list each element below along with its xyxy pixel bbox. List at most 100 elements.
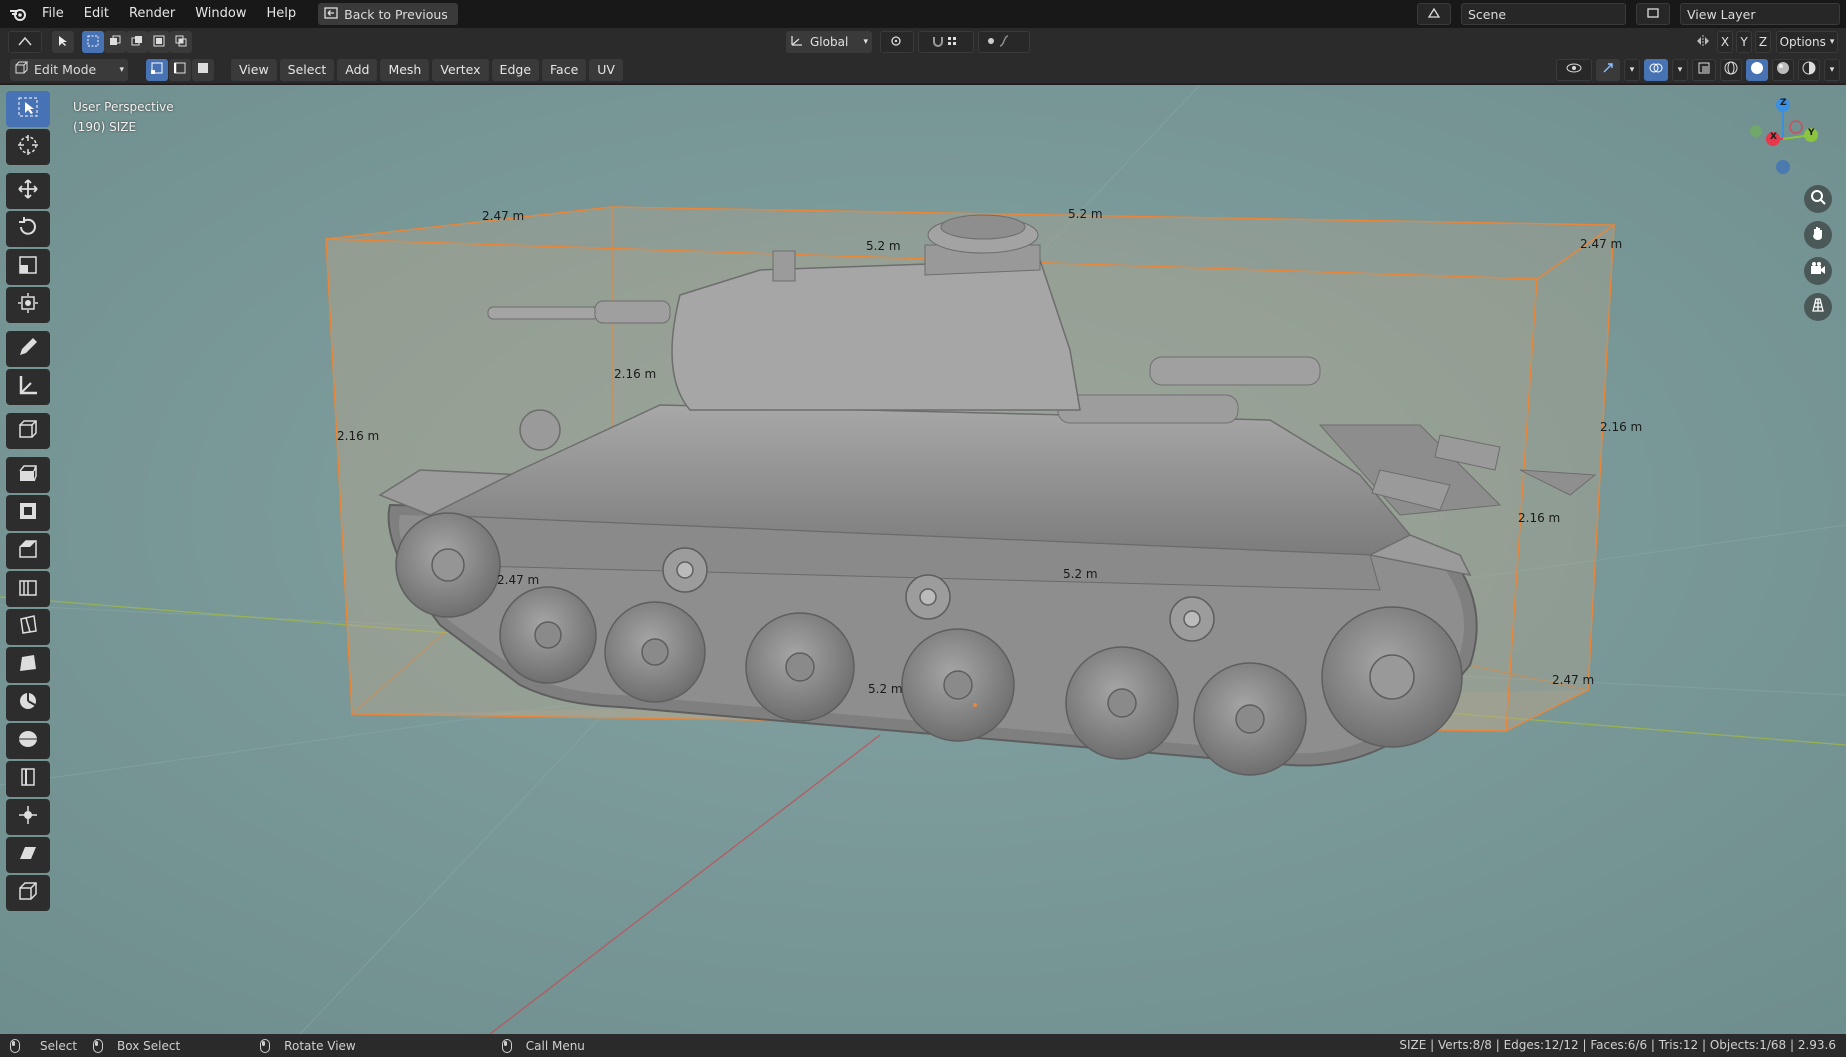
xray-toggle[interactable] xyxy=(1692,58,1716,81)
edge-select-mode-button[interactable] xyxy=(169,58,191,81)
pivot-point-dropdown[interactable] xyxy=(880,31,914,53)
left-mouse-icon xyxy=(10,1038,20,1053)
tool-measure[interactable] xyxy=(6,369,50,405)
menu-view[interactable]: View xyxy=(231,58,277,81)
editor-type-button[interactable] xyxy=(8,31,42,53)
menu-mesh[interactable]: Mesh xyxy=(380,58,430,81)
proportional-editing-controls[interactable] xyxy=(978,31,1030,53)
3d-viewport[interactable]: 2.47 m 5.2 m 5.2 m 2.47 m 2.16 m 2.16 m … xyxy=(0,85,1846,1034)
select-new-mode-button[interactable] xyxy=(82,31,104,53)
menu-select[interactable]: Select xyxy=(279,58,335,81)
shading-controls: ▾ ▾ ▾ xyxy=(1556,58,1840,81)
tool-annotate[interactable] xyxy=(6,331,50,367)
view-layer-name-field[interactable]: View Layer xyxy=(1680,3,1840,25)
select-invert-mode-button[interactable] xyxy=(148,31,170,53)
wireframe-shading-button[interactable] xyxy=(1720,58,1742,81)
status-bar: Select Box Select Rotate View Call Menu … xyxy=(0,1034,1846,1057)
tool-select-box[interactable] xyxy=(6,91,50,127)
tool-inset[interactable] xyxy=(6,495,50,531)
edit-mode-icon xyxy=(14,61,29,78)
transform-orientation-dropdown[interactable]: Global ▾ xyxy=(786,31,872,53)
tool-cursor[interactable] xyxy=(6,129,50,165)
gizmo-dropdown[interactable]: ▾ xyxy=(1624,58,1640,81)
active-tool-button[interactable] xyxy=(52,31,74,53)
face-select-icon xyxy=(197,62,209,77)
tool-spin[interactable] xyxy=(6,685,50,721)
scale-icon xyxy=(17,254,39,280)
select-intersect-mode-button[interactable] xyxy=(170,31,192,53)
select-subtract-mode-button[interactable] xyxy=(126,31,148,53)
mirror-y-toggle[interactable]: Y xyxy=(1736,31,1752,53)
menu-vertex[interactable]: Vertex xyxy=(432,58,489,81)
gizmo-toggle[interactable] xyxy=(1596,58,1620,81)
tool-edge-slide[interactable] xyxy=(6,761,50,797)
tool-poly-build[interactable] xyxy=(6,647,50,683)
viewport-header: Edit Mode ▾ View Select Add Mesh Vertex … xyxy=(0,56,1846,84)
tool-move[interactable] xyxy=(6,173,50,209)
status-box-select-hint: Box Select xyxy=(93,1038,180,1053)
tool-bevel[interactable] xyxy=(6,533,50,569)
overlay-toggle[interactable] xyxy=(1644,58,1668,81)
overlay-dropdown[interactable]: ▾ xyxy=(1672,58,1688,81)
cursor-icon xyxy=(17,134,39,160)
options-dropdown[interactable]: Options ▾ xyxy=(1776,31,1838,53)
tool-knife[interactable] xyxy=(6,609,50,645)
solid-shading-button[interactable] xyxy=(1746,58,1768,81)
shear-icon xyxy=(17,842,39,868)
snapping-controls[interactable] xyxy=(918,31,974,53)
menu-file[interactable]: File xyxy=(32,0,74,28)
tool-extrude[interactable] xyxy=(6,457,50,493)
tool-transform[interactable] xyxy=(6,287,50,323)
mirror-x-toggle[interactable]: X xyxy=(1717,31,1733,53)
camera-view-button[interactable] xyxy=(1804,257,1832,285)
edge-select-icon xyxy=(173,62,186,77)
tool-add-cube[interactable] xyxy=(6,413,50,449)
gizmo-z-label: Z xyxy=(1780,98,1787,108)
menu-help[interactable]: Help xyxy=(257,0,307,28)
select-box-icon xyxy=(17,96,39,122)
scene-name-field[interactable]: Scene xyxy=(1461,3,1626,25)
vertex-select-mode-button[interactable] xyxy=(146,58,168,81)
menu-render[interactable]: Render xyxy=(119,0,185,28)
shading-dropdown[interactable]: ▾ xyxy=(1824,58,1840,81)
mode-dropdown[interactable]: Edit Mode ▾ xyxy=(10,58,128,81)
chevron-down-icon: ▾ xyxy=(1677,64,1683,75)
right-mouse-icon xyxy=(501,1038,512,1053)
visibility-dropdown[interactable] xyxy=(1556,58,1592,81)
menu-edge[interactable]: Edge xyxy=(491,58,540,81)
material-shading-button[interactable] xyxy=(1772,58,1794,81)
pan-button[interactable] xyxy=(1804,221,1832,249)
menu-edit[interactable]: Edit xyxy=(74,0,119,28)
solid-sphere-icon xyxy=(1750,61,1764,78)
perspective-toggle-button[interactable] xyxy=(1804,293,1832,321)
tool-rotate[interactable] xyxy=(6,211,50,247)
tool-loop-cut[interactable] xyxy=(6,571,50,607)
menu-window[interactable]: Window xyxy=(185,0,256,28)
tool-shear[interactable] xyxy=(6,837,50,873)
chevron-down-icon: ▾ xyxy=(863,37,868,47)
hand-icon xyxy=(1810,225,1826,245)
blender-logo-icon[interactable] xyxy=(4,0,32,28)
rendered-shading-button[interactable] xyxy=(1798,58,1820,81)
gizmo-y-label: Y xyxy=(1808,128,1815,138)
scene-browse-button[interactable] xyxy=(1417,3,1451,25)
zoom-button[interactable] xyxy=(1804,185,1832,213)
object-info-label: (190) SIZE xyxy=(73,120,137,134)
back-to-previous-button[interactable]: Back to Previous xyxy=(318,3,458,25)
tool-smooth[interactable] xyxy=(6,723,50,759)
move-icon xyxy=(17,178,39,204)
select-extend-mode-button[interactable] xyxy=(104,31,126,53)
menu-add[interactable]: Add xyxy=(337,58,378,81)
face-select-mode-button[interactable] xyxy=(192,58,214,81)
navigation-gizmo[interactable]: Z Y X xyxy=(1746,97,1826,177)
tool-shrink-fatten[interactable] xyxy=(6,799,50,835)
view-layer-browse-button[interactable] xyxy=(1636,3,1670,25)
mirror-z-toggle[interactable]: Z xyxy=(1755,31,1771,53)
menu-face[interactable]: Face xyxy=(542,58,587,81)
tool-rip-region[interactable] xyxy=(6,875,50,911)
tool-scale[interactable] xyxy=(6,249,50,285)
orientation-icon xyxy=(790,35,804,50)
mirror-icon xyxy=(1696,34,1710,51)
menu-uv[interactable]: UV xyxy=(589,58,623,81)
orientation-label: Global xyxy=(810,35,849,49)
